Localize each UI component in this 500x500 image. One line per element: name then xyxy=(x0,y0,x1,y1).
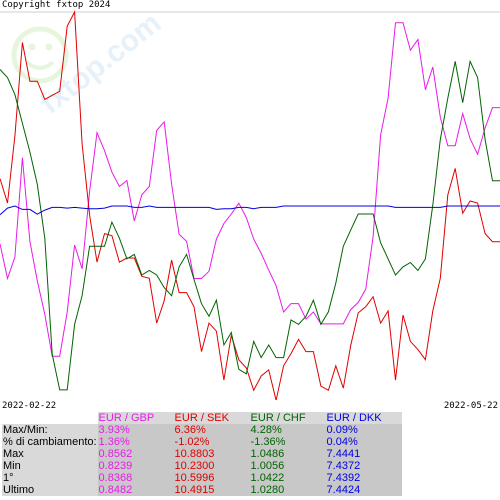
stats-corner-cell xyxy=(2,412,98,424)
series-line xyxy=(0,205,500,216)
stat-value: 10.4915 xyxy=(173,484,250,496)
row-label: Ultimo xyxy=(2,484,98,496)
legend-eur-sek: EUR / SEK xyxy=(173,412,250,424)
stats-row-max: Max 0.8562 10.8803 1.0486 7.4441 xyxy=(2,448,402,460)
stat-value: 0.04% xyxy=(325,436,402,448)
stat-value: 1.0056 xyxy=(249,460,326,472)
stat-value: 0.09% xyxy=(325,424,402,436)
stats-header-row: EUR / GBP EUR / SEK EUR / CHF EUR / DKK xyxy=(2,412,402,424)
series-eur-dkk xyxy=(0,205,500,216)
series-eur-chf xyxy=(0,59,500,391)
stats-row-min: Min 0.8239 10.2300 1.0056 7.4372 xyxy=(2,460,402,472)
stat-value: 7.4392 xyxy=(325,472,402,484)
stat-value: 10.2300 xyxy=(173,460,250,472)
watermark: fxtop.com xyxy=(11,6,167,121)
stat-value: -1.36% xyxy=(249,436,326,448)
stat-value: 0.8562 xyxy=(97,448,174,460)
row-label: Max xyxy=(2,448,98,460)
legend-eur-chf: EUR / CHF xyxy=(249,412,326,424)
row-label: % di cambiamento: xyxy=(2,436,98,448)
copyright-text: Copyright fxtop 2024 xyxy=(2,0,111,10)
stat-value: 3.93% xyxy=(97,424,174,436)
x-tick-label-end: 2022-05-22 xyxy=(443,401,498,411)
stat-value: 0.8482 xyxy=(97,484,174,496)
stats-row-last: Ultimo 0.8482 10.4915 1.0280 7.4424 xyxy=(2,484,402,496)
stat-value: 0.8368 xyxy=(97,472,174,484)
stats-row-maxmin: Max/Min: 3.93% 6.36% 4.28% 0.09% xyxy=(2,424,402,436)
legend-eur-dkk: EUR / DKK xyxy=(325,412,402,424)
legend-eur-gbp: EUR / GBP xyxy=(97,412,174,424)
stat-value: 4.28% xyxy=(249,424,326,436)
stats-table: EUR / GBP EUR / SEK EUR / CHF EUR / DKK … xyxy=(2,412,402,496)
row-label: 1° xyxy=(2,472,98,484)
stat-value: 1.0422 xyxy=(249,472,326,484)
stat-value: 1.0486 xyxy=(249,448,326,460)
stat-value: 7.4424 xyxy=(325,484,402,496)
stats-row-change: % di cambiamento: 1.36% -1.02% -1.36% 0.… xyxy=(2,436,402,448)
series-line xyxy=(0,59,500,391)
row-label: Max/Min: xyxy=(2,424,98,436)
stats-row-first: 1° 0.8368 10.5996 1.0422 7.4392 xyxy=(2,472,402,484)
stat-value: 0.8239 xyxy=(97,460,174,472)
x-tick-label-start: 2022-02-22 xyxy=(2,401,57,411)
row-label: Min xyxy=(2,460,98,472)
stat-value: 1.0280 xyxy=(249,484,326,496)
stat-value: 10.8803 xyxy=(173,448,250,460)
stat-value: 7.4372 xyxy=(325,460,402,472)
stat-value: 7.4441 xyxy=(325,448,402,460)
stat-value: -1.02% xyxy=(173,436,250,448)
chart-svg: fxtop.com xyxy=(0,6,500,400)
stat-value: 10.5996 xyxy=(173,472,250,484)
stat-value: 1.36% xyxy=(97,436,174,448)
stat-value: 6.36% xyxy=(173,424,250,436)
